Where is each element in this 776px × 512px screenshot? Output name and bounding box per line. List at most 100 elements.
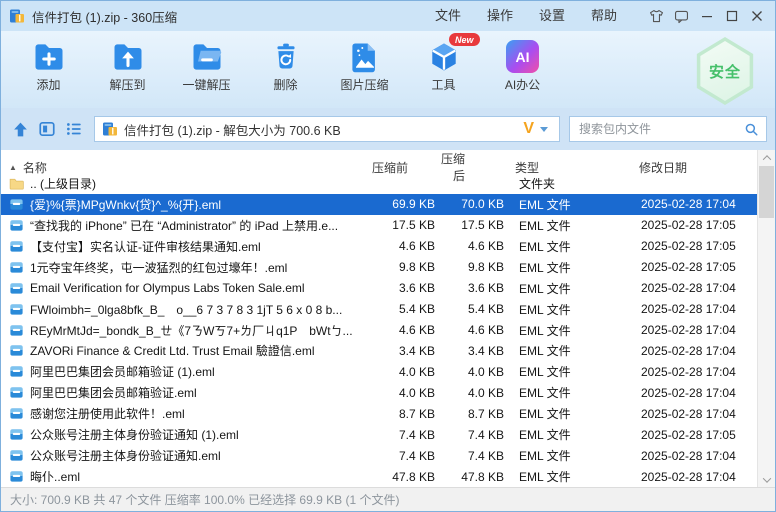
scroll-down-button[interactable] — [758, 472, 775, 487]
size-before-cell: 7.4 KB — [369, 449, 439, 463]
vip-dropdown[interactable]: V — [519, 121, 552, 137]
new-badge: New — [449, 33, 480, 46]
table-row[interactable]: 公众账号注册主体身份验证通知 (1).eml7.4 KB7.4 KBEML 文件… — [1, 424, 757, 445]
file-name-cell: 【支付宝】实名认证-证件审核结果通知.eml — [1, 238, 369, 255]
file-type-cell: EML 文件 — [507, 426, 627, 443]
app-window: 信件打包 (1).zip - 360压缩 文件操作设置帮助 — [0, 0, 776, 512]
table-row[interactable]: REyMrMtJd=_bondk_B_ㄝ《7ㄋWㄎ7+ㄌ厂ㄐq1P bWtㄅ..… — [1, 320, 757, 341]
archive-path-box[interactable]: 信件打包 (1).zip - 解包大小为 700.6 KB V — [94, 116, 560, 142]
file-name: 感谢您注册使用此软件！.eml — [30, 405, 185, 422]
skin-button[interactable] — [644, 1, 669, 31]
file-type-cell: 文件夹 — [507, 175, 627, 192]
menu-file[interactable]: 文件 — [422, 1, 474, 31]
modified-date-cell: 2025-02-28 17:04 — [627, 344, 757, 358]
file-name-cell: 晦仆..eml — [1, 468, 369, 485]
safe-shield-inner: 安全 — [697, 41, 753, 101]
file-name: .. (上级目录) — [30, 175, 96, 192]
toolbar-one-click-extract-button[interactable]: 一键解压 — [167, 38, 246, 93]
feedback-icon[interactable] — [669, 1, 694, 31]
eml-file-icon — [9, 343, 24, 358]
table-row[interactable]: 1元夺宝年终奖，屯一波猛烈的红包过壕年！.eml9.8 KB9.8 KBEML … — [1, 257, 757, 278]
up-level-button[interactable] — [9, 118, 31, 140]
status-text: 大小: 700.9 KB 共 47 个文件 压缩率 100.0% 已经选择 69… — [10, 491, 399, 508]
minimize-button[interactable] — [694, 1, 719, 31]
size-before-cell: 8.7 KB — [369, 407, 439, 421]
toolbar-delete-button[interactable]: 删除 — [246, 38, 325, 93]
table-row[interactable]: Email Verification for Olympus Labs Toke… — [1, 278, 757, 299]
folder-icon — [9, 176, 24, 191]
view-mode-icon[interactable] — [36, 118, 58, 140]
size-before-cell: 4.0 KB — [369, 386, 439, 400]
modified-date-cell: 2025-02-28 17:04 — [627, 386, 757, 400]
file-name: 公众账号注册主体身份验证通知.eml — [30, 447, 221, 464]
toolbar-ai-office-button[interactable]: AIAI办公 — [483, 38, 562, 93]
toolbar-image-compress-label: 图片压缩 — [340, 76, 388, 93]
scroll-up-button[interactable] — [758, 150, 775, 165]
file-name-cell: .. (上级目录) — [1, 175, 369, 192]
file-name-cell: REyMrMtJd=_bondk_B_ㄝ《7ㄋWㄎ7+ㄌ厂ㄐq1P bWtㄅ..… — [1, 322, 369, 339]
size-before-cell: 7.4 KB — [369, 428, 439, 442]
size-before-cell: 3.6 KB — [369, 281, 439, 295]
chevron-down-icon — [540, 127, 548, 132]
toolbar-extract-to-button[interactable]: 解压到 — [88, 38, 167, 93]
search-input[interactable] — [577, 121, 744, 137]
eml-file-icon — [9, 197, 24, 212]
trash-icon — [267, 38, 304, 75]
size-after-cell: 17.5 KB — [439, 218, 507, 232]
file-name-cell: {爱}%{票}MPgWnkv{贷}^_%{开}.eml — [1, 196, 369, 213]
file-name: {爱}%{票}MPgWnkv{贷}^_%{开}.eml — [30, 196, 221, 213]
size-after-cell: 7.4 KB — [439, 449, 507, 463]
toolbar-ai-office-label: AI办公 — [505, 76, 540, 93]
eml-file-icon — [9, 260, 24, 275]
table-row[interactable]: 公众账号注册主体身份验证通知.eml7.4 KB7.4 KBEML 文件2025… — [1, 445, 757, 466]
menu-operation[interactable]: 操作 — [474, 1, 526, 31]
image-compress-icon — [346, 38, 383, 75]
file-type-cell: EML 文件 — [507, 363, 627, 380]
table-row[interactable]: {爱}%{票}MPgWnkv{贷}^_%{开}.eml69.9 KB70.0 K… — [1, 194, 757, 215]
modified-date-cell: 2025-02-28 17:05 — [627, 218, 757, 232]
table-row[interactable]: 阿里巴巴集团会员邮箱验证 (1).eml4.0 KB4.0 KBEML 文件20… — [1, 361, 757, 382]
table-row[interactable]: ZAVORi Finance & Credit Ltd. Trust Email… — [1, 341, 757, 362]
size-after-cell: 4.6 KB — [439, 323, 507, 337]
close-button[interactable] — [744, 1, 769, 31]
file-name-cell: FWloimbh=_0lga8bfk_B_ o__6 7 3 7 8 3 1jT… — [1, 301, 369, 318]
search-icon[interactable] — [744, 122, 759, 137]
file-type-cell: EML 文件 — [507, 322, 627, 339]
table-row[interactable]: 晦仆..eml47.8 KB47.8 KBEML 文件2025-02-28 17… — [1, 466, 757, 487]
file-type-cell: EML 文件 — [507, 342, 627, 359]
file-type-cell: EML 文件 — [507, 301, 627, 318]
file-name: Email Verification for Olympus Labs Toke… — [30, 281, 305, 295]
menu-settings[interactable]: 设置 — [526, 1, 578, 31]
folder-open-icon — [188, 38, 225, 75]
file-name-cell: 公众账号注册主体身份验证通知.eml — [1, 447, 369, 464]
safe-shield-badge[interactable]: 安全 — [693, 37, 757, 105]
size-after-cell: 47.8 KB — [439, 470, 507, 484]
modified-date-cell: 2025-02-28 17:04 — [627, 281, 757, 295]
window-title-group: 信件打包 (1).zip - 360压缩 — [9, 7, 422, 26]
toolbar-tools-button[interactable]: 工具New — [404, 38, 483, 93]
eml-file-icon — [9, 469, 24, 484]
table-row[interactable]: 感谢您注册使用此软件！.eml8.7 KB8.7 KBEML 文件2025-02… — [1, 403, 757, 424]
toolbar-delete-label: 删除 — [273, 76, 297, 93]
window-title: 信件打包 (1).zip - 360压缩 — [32, 7, 177, 26]
maximize-button[interactable] — [719, 1, 744, 31]
toolbar-tools-label: 工具 — [431, 76, 455, 93]
eml-file-icon — [9, 406, 24, 421]
size-after-cell: 5.4 KB — [439, 302, 507, 316]
table-row[interactable]: .. (上级目录) 文件夹 — [1, 173, 757, 194]
scrollbar-thumb[interactable] — [759, 166, 774, 218]
table-row[interactable]: “查找我的 iPhone” 已在 “Administrator” 的 iPad … — [1, 215, 757, 236]
menu-help[interactable]: 帮助 — [578, 1, 630, 31]
column-header-row: ▲ 名称 压缩前 压缩后 类型 修改日期 — [1, 150, 757, 173]
list-view-icon[interactable] — [63, 118, 85, 140]
modified-date-cell: 2025-02-28 17:04 — [627, 449, 757, 463]
folder-extract-icon — [109, 38, 146, 75]
table-row[interactable]: FWloimbh=_0lga8bfk_B_ o__6 7 3 7 8 3 1jT… — [1, 299, 757, 320]
size-after-cell: 3.4 KB — [439, 344, 507, 358]
size-after-cell: 7.4 KB — [439, 428, 507, 442]
toolbar-add-button[interactable]: 添加 — [9, 38, 88, 93]
toolbar-image-compress-button[interactable]: 图片压缩 — [325, 38, 404, 93]
table-row[interactable]: 【支付宝】实名认证-证件审核结果通知.eml4.6 KB4.6 KBEML 文件… — [1, 236, 757, 257]
table-row[interactable]: 阿里巴巴集团会员邮箱验证.eml4.0 KB4.0 KBEML 文件2025-0… — [1, 382, 757, 403]
file-name-cell: 阿里巴巴集团会员邮箱验证 (1).eml — [1, 363, 369, 380]
